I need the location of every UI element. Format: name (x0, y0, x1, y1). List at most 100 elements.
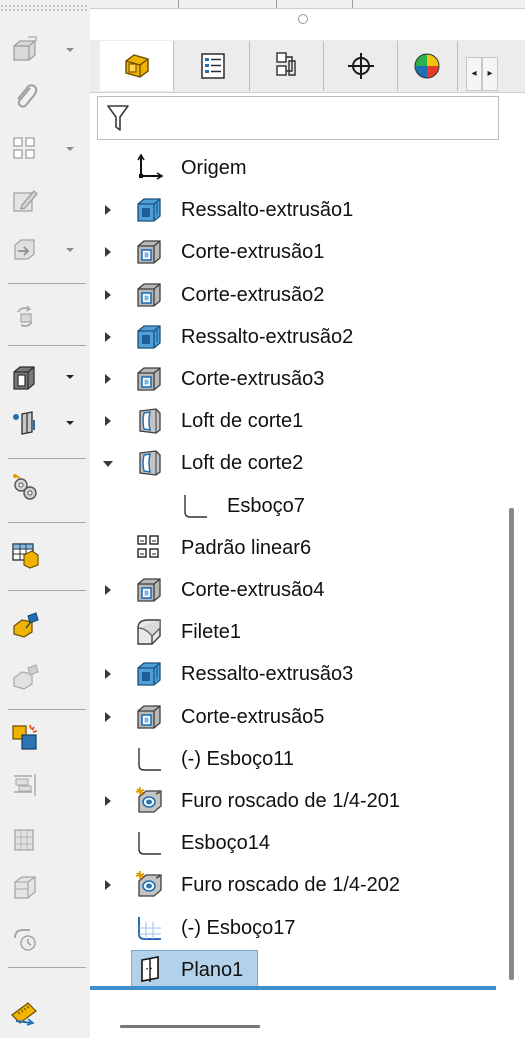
design-table-icon (12, 543, 39, 569)
feature-manager-panel: ◂ ▸ Origem Ressalto-extrusão1 Corte-extrus… (90, 0, 525, 1038)
toolbar-button-part[interactable] (8, 870, 42, 904)
toolbar-button-mate-disabled[interactable] (8, 660, 42, 694)
sketch-icon (134, 827, 164, 857)
cut-extrude-icon (134, 574, 164, 604)
tab-property-manager[interactable] (176, 41, 250, 91)
toolbar-separator (8, 345, 86, 346)
tab-scroll-left-button[interactable]: ◂ (466, 57, 482, 91)
toolbar-button-component[interactable] (8, 823, 42, 857)
collapsed-arrow-icon[interactable] (102, 330, 114, 344)
boss-extrude-icon (134, 194, 164, 224)
cut-extrude-icon (134, 363, 164, 393)
configuration-icon (12, 724, 38, 750)
toolbar-button-align[interactable] (8, 768, 42, 802)
rollback-bar[interactable] (90, 986, 496, 990)
tree-node-label: (-) Esboço11 (181, 748, 295, 770)
toolbar-button-extruded-cut[interactable] (8, 360, 42, 394)
toolbar-button-configuration[interactable] (8, 720, 42, 754)
align-icon (14, 774, 36, 796)
linear-pattern-icon (134, 532, 164, 562)
tree-node[interactable]: Corte-extrusão4 (90, 570, 510, 610)
toolbar-separator (8, 590, 86, 591)
tree-vertical-scrollbar[interactable] (509, 508, 514, 980)
extruded-boss-icon (13, 36, 37, 61)
toolbar-button-design-table[interactable] (8, 537, 42, 571)
collapsed-arrow-icon[interactable] (102, 878, 114, 892)
tab-scroll-right-button[interactable]: ▸ (482, 57, 498, 91)
collapsed-arrow-icon[interactable] (102, 710, 114, 724)
toolbar-separator (8, 283, 86, 284)
collapsed-arrow-icon[interactable] (102, 583, 114, 597)
tree-node[interactable]: Corte-extrusão1 (90, 232, 510, 272)
tree-node[interactable]: Esboço14 (90, 823, 510, 863)
tree-node[interactable]: (-) Esboço17 (90, 908, 510, 948)
tree-node[interactable]: Plano1 (90, 950, 510, 990)
toolbar-button-timer[interactable] (8, 922, 42, 956)
tree-node-label: (-) Esboço17 (181, 917, 296, 939)
collapsed-arrow-icon[interactable] (102, 794, 114, 808)
tree-node[interactable]: Origem (90, 148, 510, 188)
panel-top-edge (90, 0, 525, 9)
plane-icon (134, 954, 164, 984)
collapsed-arrow-icon[interactable] (102, 288, 114, 302)
paperclip-icon (17, 84, 38, 108)
tree-node[interactable]: Ressalto-extrusão1 (90, 190, 510, 230)
tree-node[interactable]: Furo roscado de 1/4-201 (90, 781, 510, 821)
horizontal-scrollbar[interactable] (120, 1025, 260, 1028)
toolbar-button-mate[interactable] (8, 608, 42, 642)
toolbar-button-gears-settings[interactable] (8, 470, 42, 504)
toolbar-button-insert-part[interactable] (8, 233, 42, 267)
collapsed-arrow-icon[interactable] (102, 372, 114, 386)
dropdown-arrow-icon[interactable] (63, 416, 77, 430)
tree-node[interactable]: Padrão linear6 (90, 528, 510, 568)
tab-feature-manager[interactable] (100, 41, 174, 91)
sketch-icon (138, 832, 161, 855)
tree-node[interactable]: Filete1 (90, 612, 510, 652)
tree-node[interactable]: Esboço7 (90, 486, 510, 526)
toolbar-button-extruded-boss[interactable] (8, 33, 42, 67)
tree-node[interactable]: Furo roscado de 1/4-202 (90, 865, 510, 905)
hole-wizard-icon (135, 787, 162, 813)
tree-filter[interactable] (97, 96, 499, 140)
property-manager-icon (200, 53, 225, 79)
toolbar-button-paperclip[interactable] (8, 78, 42, 112)
tree-node[interactable]: Corte-extrusão3 (90, 359, 510, 399)
tree-node[interactable]: Corte-extrusão5 (90, 697, 510, 737)
tree-node[interactable]: Loft de corte2 (90, 443, 510, 483)
insert-part-icon (14, 239, 35, 260)
dropdown-arrow-icon[interactable] (63, 370, 77, 384)
tree-node[interactable]: Ressalto-extrusão3 (90, 654, 510, 694)
toolbar-button-sketch-edit[interactable] (8, 183, 42, 217)
timer-icon (14, 929, 36, 951)
collapsed-arrow-icon[interactable] (102, 245, 114, 259)
toolbar-button-measure[interactable] (8, 995, 42, 1029)
toolbar-separator (8, 709, 86, 710)
panel-drag-handle[interactable] (298, 14, 308, 24)
tab-display-manager[interactable] (396, 41, 458, 91)
dropdown-arrow-icon[interactable] (63, 43, 77, 57)
collapsed-arrow-icon[interactable] (102, 203, 114, 217)
toolbar-button-pattern[interactable] (8, 132, 42, 166)
tree-node-label: Padrão linear6 (181, 537, 312, 559)
linear-pattern-icon (137, 535, 159, 558)
cut-extrude-icon (137, 705, 161, 729)
boss-extrude-icon (134, 321, 164, 351)
tree-node[interactable]: Ressalto-extrusão2 (90, 317, 510, 357)
dropdown-arrow-icon[interactable] (63, 243, 77, 257)
toolbar-button-rebuild[interactable] (8, 300, 42, 334)
dropdown-arrow-icon[interactable] (63, 142, 77, 156)
collapsed-arrow-icon[interactable] (102, 414, 114, 428)
filter-icon (107, 105, 129, 131)
collapsed-arrow-icon[interactable] (102, 667, 114, 681)
tree-node[interactable]: (-) Esboço11 (90, 739, 510, 779)
toolbar-separator (8, 458, 86, 459)
toolbar-button-reference-plane[interactable] (8, 406, 42, 440)
tree-node-label: Loft de corte1 (181, 410, 304, 432)
toolbar-grip[interactable] (0, 4, 88, 12)
cut-loft-icon (134, 447, 164, 477)
tab-dimxpert-manager[interactable] (324, 41, 398, 91)
tree-node[interactable]: Loft de corte1 (90, 401, 510, 441)
tab-configuration-manager[interactable] (250, 41, 324, 91)
expanded-arrow-icon[interactable] (102, 456, 114, 470)
tree-node[interactable]: Corte-extrusão2 (90, 275, 510, 315)
